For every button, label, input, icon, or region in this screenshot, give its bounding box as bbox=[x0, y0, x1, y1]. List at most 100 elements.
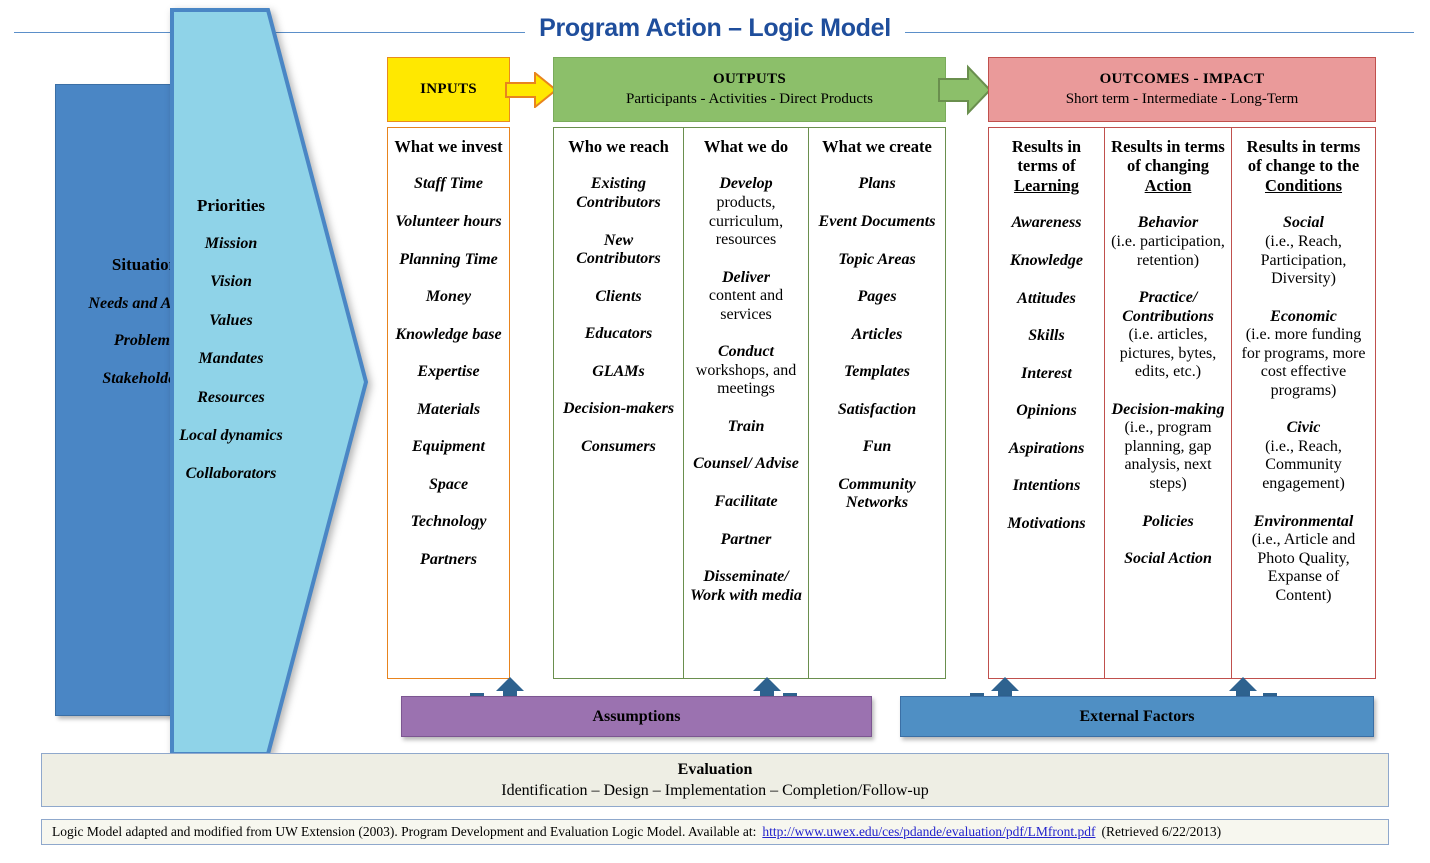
invest-item-1: Volunteer hours bbox=[395, 213, 502, 231]
reach-item-4: GLAMs bbox=[592, 362, 645, 380]
learning-item-7: Intentions bbox=[1012, 477, 1081, 495]
banner-inputs: INPUTS bbox=[387, 57, 510, 122]
conditions-item-0: Social (i.e., Reach, Participation, Diver… bbox=[1238, 214, 1369, 288]
priorities-item-2: Values bbox=[209, 311, 253, 329]
invest-item-4: Knowledge base bbox=[395, 325, 502, 343]
column-learning-heading-line1: Results in terms of bbox=[1011, 137, 1082, 176]
banner-outputs-subtitle: Participants - Activities - Direct Produ… bbox=[625, 91, 874, 107]
action-item-2: Decision-making (i.e., program planning, … bbox=[1111, 401, 1225, 494]
conditions-item-3-bold: Environmental bbox=[1253, 512, 1354, 530]
priorities-heading: Priorities bbox=[197, 196, 265, 215]
conditions-item-3: Environmental (i.e., Article and Photo Qu… bbox=[1238, 513, 1369, 606]
reach-item-1: New Contributors bbox=[576, 231, 661, 268]
source-note: Logic Model adapted and modified from UW… bbox=[41, 819, 1389, 845]
create-item-3: Pages bbox=[857, 288, 897, 306]
external-factors-bar: External Factors bbox=[900, 696, 1374, 737]
action-item-2-plain: (i.e., program planning, gap analysis, n… bbox=[1124, 419, 1212, 492]
banner-inputs-title: INPUTS bbox=[420, 81, 477, 97]
conditions-item-1-bold: Economic bbox=[1270, 307, 1337, 325]
learning-item-0: Awareness bbox=[1011, 214, 1082, 232]
evaluation-heading: Evaluation bbox=[677, 760, 753, 778]
conditions-item-0-plain: (i.e., Reach, Participation, Diversity) bbox=[1260, 232, 1347, 288]
assumptions-label: Assumptions bbox=[592, 707, 681, 725]
create-item-8: Community Networks bbox=[838, 475, 916, 512]
do-item-7: Disseminate/ Work with media bbox=[690, 568, 802, 604]
assumptions-bar: Assumptions bbox=[401, 696, 872, 737]
action-item-1-plain: (i.e. articles, pictures, bytes, edits, … bbox=[1119, 326, 1217, 381]
conditions-item-1: Economic (i.e. more funding for programs,… bbox=[1238, 308, 1369, 401]
reach-item-5: Decision-makers bbox=[562, 400, 675, 418]
do-item-4: Counsel/ Advise bbox=[693, 455, 799, 473]
do-item-1-plain: content and services bbox=[708, 287, 784, 323]
do-item-1: Deliver content and services bbox=[690, 269, 802, 325]
column-learning-heading-keyword: Learning bbox=[1013, 175, 1080, 195]
conditions-item-2-plain: (i.e., Reach, Community engagement) bbox=[1262, 437, 1345, 492]
evaluation-subtitle: Identification – Design – Implementation… bbox=[501, 781, 929, 799]
action-item-1-bold: Practice/ Contributions bbox=[1122, 289, 1214, 325]
action-item-1: Practice/ Contributions (i.e. articles, p… bbox=[1111, 289, 1225, 382]
priorities-item-5: Local dynamics bbox=[179, 426, 283, 444]
do-item-1-bold: Deliver bbox=[722, 268, 770, 286]
column-what-we-create: What we create Plans Event Documents Top… bbox=[809, 127, 946, 679]
column-action-heading: Results in terms of changing Action bbox=[1111, 137, 1225, 195]
banner-outputs: OUTPUTS Participants - Activities - Dire… bbox=[553, 57, 946, 122]
conditions-item-0-bold: Social bbox=[1283, 214, 1324, 232]
column-what-we-invest: What we invest Staff Time Volunteer hour… bbox=[387, 127, 510, 679]
column-learning-heading: Results in terms of Learning bbox=[995, 137, 1098, 195]
invest-item-2: Planning Time bbox=[399, 250, 498, 268]
create-item-2: Topic Areas bbox=[838, 250, 916, 268]
invest-item-7: Equipment bbox=[412, 438, 485, 456]
conditions-item-2: Civic (i.e., Reach, Community engagement) bbox=[1238, 419, 1369, 493]
do-item-3: Train bbox=[727, 417, 765, 435]
create-item-1: Event Documents bbox=[818, 213, 936, 231]
do-item-6: Partner bbox=[720, 530, 772, 548]
action-item-0-bold: Behavior bbox=[1137, 214, 1199, 232]
column-results-action: Results in terms of changing Action Behav… bbox=[1105, 127, 1232, 679]
create-item-5: Templates bbox=[843, 363, 911, 381]
conditions-item-2-bold: Civic bbox=[1286, 419, 1321, 437]
column-invest-heading: What we invest bbox=[394, 137, 503, 156]
priorities-item-6: Collaborators bbox=[185, 465, 277, 483]
page-title-text: Program Action – Logic Model bbox=[525, 14, 905, 42]
inputs-to-outputs-arrow-icon bbox=[505, 70, 558, 113]
column-reach-heading: Who we reach bbox=[568, 137, 669, 156]
invest-item-9: Technology bbox=[410, 513, 487, 531]
priorities-content: Priorities Mission Vision Values Mandate… bbox=[172, 196, 290, 504]
column-who-we-reach: Who we reach Existing Contributors New C… bbox=[553, 127, 684, 679]
learning-item-5: Opinions bbox=[1016, 402, 1077, 420]
create-item-4: Articles bbox=[851, 325, 903, 343]
reach-item-3: Educators bbox=[584, 325, 653, 343]
priorities-item-4: Resources bbox=[197, 388, 265, 406]
invest-item-6: Materials bbox=[416, 400, 481, 418]
invest-item-5: Expertise bbox=[417, 363, 480, 381]
do-item-2: Conduct workshops, and meetings bbox=[690, 343, 802, 399]
action-item-2-bold: Decision-making bbox=[1111, 400, 1225, 418]
banner-outcomes: OUTCOMES - IMPACT Short term - Intermedi… bbox=[988, 57, 1376, 122]
column-conditions-heading-line1: Results in terms of change to the bbox=[1246, 137, 1361, 176]
column-action-heading-keyword: Action bbox=[1144, 175, 1192, 195]
do-item-0-plain: products, curriculum, resources bbox=[708, 194, 784, 249]
reach-item-6: Consumers bbox=[581, 437, 656, 455]
banner-outcomes-subtitle: Short term - Intermediate - Long-Term bbox=[1065, 91, 1299, 107]
do-item-2-plain: workshops, and meetings bbox=[695, 361, 797, 398]
do-item-2-bold: Conduct bbox=[717, 343, 774, 361]
learning-item-8: Motivations bbox=[1007, 514, 1086, 532]
create-item-6: Satisfaction bbox=[837, 400, 917, 418]
learning-item-1: Knowledge bbox=[1010, 251, 1083, 269]
source-note-text-before: Logic Model adapted and modified from UW… bbox=[52, 824, 757, 839]
invest-item-0: Staff Time bbox=[414, 175, 483, 193]
do-item-0: Develop products, curriculum, resources bbox=[690, 175, 802, 249]
priorities-item-1: Vision bbox=[210, 273, 252, 291]
invest-item-8: Space bbox=[428, 475, 469, 493]
action-item-3: Policies bbox=[1142, 512, 1194, 530]
external-factors-label: External Factors bbox=[1079, 707, 1195, 725]
column-results-conditions: Results in terms of change to the Conditi… bbox=[1232, 127, 1376, 679]
column-do-heading: What we do bbox=[703, 137, 789, 156]
column-results-learning: Results in terms of Learning Awareness Kn… bbox=[988, 127, 1105, 679]
logic-model-diagram: Program Action – Logic Model Situation N… bbox=[0, 0, 1430, 863]
do-item-0-bold: Develop bbox=[719, 175, 773, 193]
create-item-7: Fun bbox=[862, 438, 892, 456]
source-note-link[interactable]: http://www.uwex.edu/ces/pdande/evaluatio… bbox=[762, 824, 1095, 840]
action-item-0: Behavior (i.e. participation, retention) bbox=[1111, 214, 1225, 270]
conditions-item-3-plain: (i.e., Article and Photo Quality, Expans… bbox=[1251, 531, 1356, 604]
